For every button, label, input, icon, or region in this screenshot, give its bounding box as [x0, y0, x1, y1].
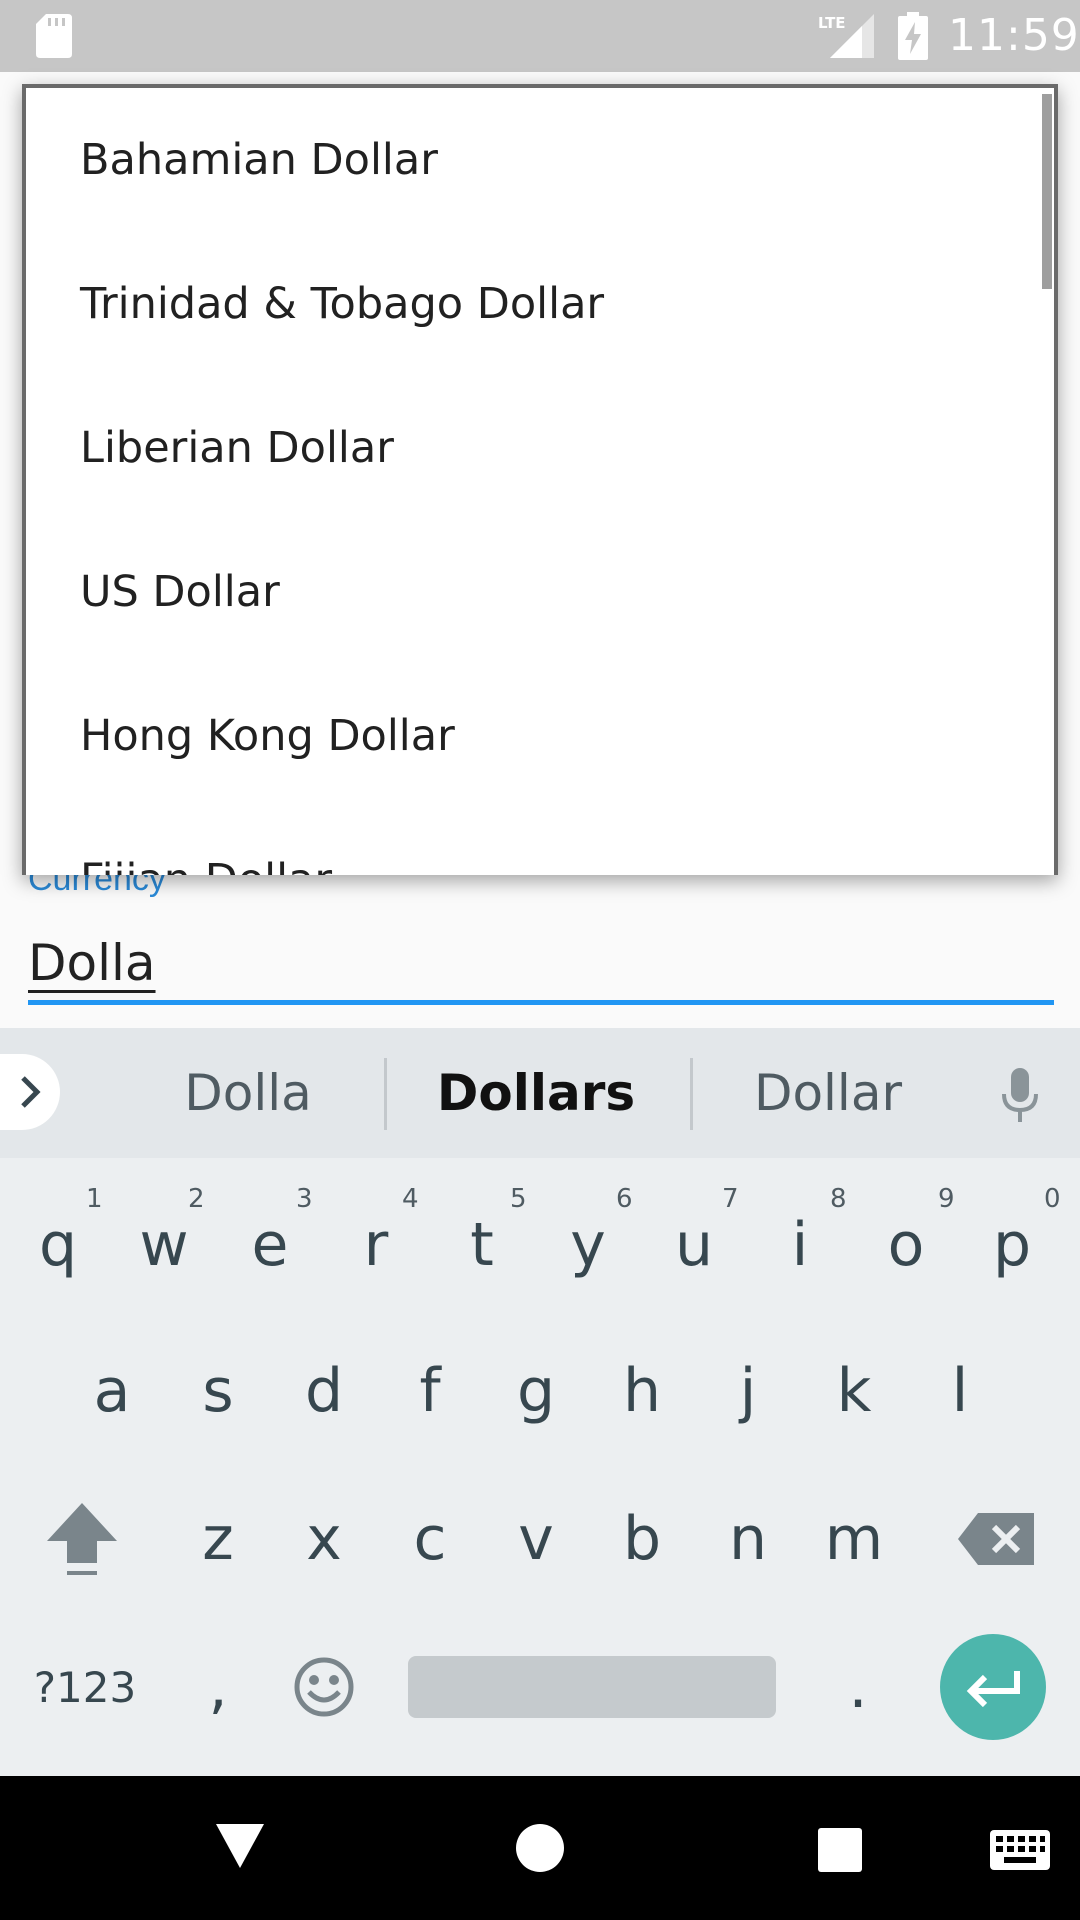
key-hint: 7 [722, 1184, 739, 1214]
battery-charging-icon [898, 12, 928, 60]
key-a[interactable]: a [62, 1326, 162, 1456]
key-b[interactable]: b [592, 1474, 692, 1604]
enter-arrow-icon [966, 1671, 1020, 1707]
sd-card-icon [36, 14, 72, 58]
key-m[interactable]: m [804, 1474, 904, 1604]
keyboard-switch-icon[interactable] [990, 1830, 1050, 1870]
key-hint: 8 [830, 1184, 847, 1214]
suggestion-strip: Dolla Dollars Dollar [0, 1028, 1080, 1158]
key-k[interactable]: k [804, 1326, 904, 1456]
currency-autocomplete-popup[interactable]: Bahamian Dollar Trinidad & Tobago Dollar… [22, 84, 1058, 875]
popup-scrollbar[interactable] [1042, 94, 1052, 289]
status-bar: LTE 11:59 [0, 0, 1080, 72]
key-g[interactable]: g [486, 1326, 586, 1456]
home-circle-icon[interactable] [516, 1824, 564, 1872]
recents-square-icon[interactable] [818, 1828, 862, 1872]
suggestion-1[interactable]: Dolla [150, 1064, 346, 1122]
key-l[interactable]: l [910, 1326, 1010, 1456]
key-hint: 3 [296, 1184, 313, 1214]
expand-suggestions-button[interactable] [0, 1054, 60, 1130]
shift-arrow-icon [47, 1503, 117, 1575]
space-bar[interactable] [408, 1656, 776, 1718]
backspace-icon [958, 1513, 1034, 1565]
currency-input[interactable]: Dolla [28, 934, 156, 992]
emoji-smiley-icon [294, 1657, 354, 1717]
key-h[interactable]: h [592, 1326, 692, 1456]
key-x[interactable]: x [274, 1474, 374, 1604]
key-s[interactable]: s [168, 1326, 268, 1456]
suggestion-divider [384, 1058, 387, 1130]
key-d[interactable]: d [274, 1326, 374, 1456]
suggestion-3[interactable]: Dollar [730, 1064, 926, 1122]
period-key[interactable]: . [808, 1622, 908, 1752]
suggestion-2[interactable]: Dollars [428, 1064, 644, 1122]
key-hint: 9 [938, 1184, 955, 1214]
microphone-icon[interactable] [1000, 1068, 1040, 1124]
back-triangle-icon[interactable] [214, 1822, 266, 1870]
shift-key[interactable] [32, 1474, 132, 1604]
dropdown-item[interactable]: Fijian Dollar [26, 808, 1046, 875]
dropdown-item[interactable]: Trinidad & Tobago Dollar [26, 232, 1046, 376]
dropdown-item[interactable]: Bahamian Dollar [26, 88, 1046, 232]
chevron-right-icon [21, 1076, 41, 1108]
key-j[interactable]: j [698, 1326, 798, 1456]
key-hint: 2 [188, 1184, 205, 1214]
input-underline [28, 1000, 1054, 1005]
key-hint: 5 [510, 1184, 527, 1214]
lte-signal-icon: LTE [818, 14, 874, 58]
key-v[interactable]: v [486, 1474, 586, 1604]
key-z[interactable]: z [168, 1474, 268, 1604]
navigation-bar [0, 1776, 1080, 1920]
svg-text:LTE: LTE [818, 14, 846, 32]
dropdown-item[interactable]: Hong Kong Dollar [26, 664, 1046, 808]
key-hint: 1 [86, 1184, 103, 1214]
dropdown-item[interactable]: US Dollar [26, 520, 1046, 664]
suggestion-divider [690, 1058, 693, 1130]
key-hint: 6 [616, 1184, 633, 1214]
symbols-key[interactable]: ?123 [30, 1622, 140, 1752]
enter-key[interactable] [940, 1634, 1046, 1740]
emoji-key[interactable] [274, 1622, 374, 1752]
clock: 11:59 [948, 10, 1080, 61]
dropdown-item[interactable]: Liberian Dollar [26, 376, 1046, 520]
key-hint: 4 [402, 1184, 419, 1214]
comma-key[interactable]: , [168, 1622, 268, 1752]
backspace-key[interactable] [946, 1474, 1046, 1604]
key-hint: 0 [1044, 1184, 1061, 1214]
key-f[interactable]: f [380, 1326, 480, 1456]
key-n[interactable]: n [698, 1474, 798, 1604]
key-c[interactable]: c [380, 1474, 480, 1604]
